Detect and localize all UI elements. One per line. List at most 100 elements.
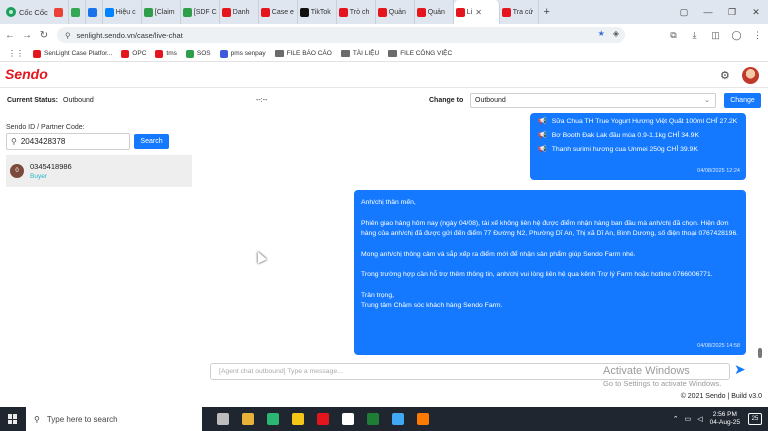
change-button[interactable]: Change [724,93,761,108]
notifications-icon[interactable]: 25 [748,413,762,425]
download-icon[interactable]: ⤓ [684,30,705,41]
browser-tab-strip: Cốc Cốc Hiệu c [Claim [SDF C Danh Case e TikT… [0,0,768,24]
sidebar-icon[interactable]: ◫ [705,30,726,41]
product-item-text: Bơ Booth Đak Lak đầu mùa 0.9-1.1kg CHỈ 3… [551,132,699,140]
message-signoff: Trân trọng, [361,292,394,300]
bookmark-folder[interactable]: FILE CÔNG VIỆC [388,50,452,57]
current-status-value: Outbound [63,97,94,104]
browser-tab[interactable]: [Claim [142,0,181,24]
tab-favicon-icon [377,7,387,17]
browser-tab[interactable]: [SDF C [181,0,220,24]
app-footer: © 2021 Sendo | Build v3.0 [680,393,762,400]
bookmark-star-icon[interactable]: ★ [598,29,605,38]
sendo-id-label: Sendo ID / Partner Code: [6,124,85,131]
reload-icon[interactable]: ↻ [37,30,51,41]
apps-grid-icon[interactable]: ⋮⋮ [8,49,24,58]
taskbar-app-icon[interactable] [310,407,335,431]
status-select[interactable]: Outbound ⌄ [470,93,716,108]
taskbar-app-icon[interactable] [260,407,285,431]
send-icon[interactable]: ➤ [734,361,746,378]
folder-icon [388,50,398,57]
bookmark-label: tms [166,50,177,57]
browser-tab[interactable]: TikTok [298,0,337,24]
menu-icon[interactable]: ⋮ [747,30,768,41]
browser-tab[interactable]: Case e [259,0,298,24]
taskbar-app-icon[interactable] [335,407,360,431]
bookmark-item[interactable]: pms senpay [219,49,266,58]
bookmark-favicon-icon [219,49,228,58]
profile-icon[interactable]: ◯ [726,30,747,41]
bookmark-folder[interactable]: FILE BÁO CÁO [274,50,332,57]
search-icon: ⚲ [11,137,17,146]
taskbar-app-icon[interactable] [385,407,410,431]
tab-search-icon[interactable]: ▢ [672,7,696,18]
extensions-icon[interactable]: ⧉ [663,30,684,41]
maximize-icon[interactable]: ❐ [720,7,744,18]
activate-windows-title: Activate Windows [603,365,690,377]
browser-tab[interactable]: Quản [415,0,454,24]
close-window-icon[interactable]: ✕ [744,7,768,18]
tab-favicon-icon [501,7,511,17]
tab-favicon-icon [299,7,309,17]
taskbar-app-icon[interactable] [210,407,235,431]
bookmark-item[interactable]: tms [155,49,177,58]
browser-tab[interactable] [86,0,103,24]
sendo-id-value: 2043428378 [20,137,66,146]
gear-icon[interactable]: ⚙ [720,69,730,82]
taskbar-app-icon[interactable] [285,407,310,431]
taskbar-app-icon[interactable] [235,407,260,431]
bookmark-label: pms senpay [230,50,266,57]
contact-role: Buyer [30,173,47,180]
minimize-icon[interactable]: — [696,7,720,17]
windows-taskbar: ⚲ Type here to search ⌃ ▭ ◁ 2:56 PM 04-A… [0,407,768,431]
browser-tab[interactable]: Hiệu c [103,0,142,24]
clock-time: 2:56 PM [712,410,737,418]
shield-icon[interactable]: ◈ [613,29,619,38]
contact-list-item[interactable]: 0 0345418986 Buyer [6,155,192,187]
browser-tab[interactable] [52,0,69,24]
browser-tab[interactable] [69,0,86,24]
browser-tab[interactable]: Quản [376,0,415,24]
browser-tab[interactable]: Danh [220,0,259,24]
close-tab-icon[interactable]: ✕ [475,8,482,17]
taskbar-search-input[interactable]: ⚲ Type here to search [26,407,202,431]
taskbar-app-icon[interactable] [410,407,435,431]
chevron-down-icon: ⌄ [704,97,710,104]
volume-icon[interactable]: ◁ [697,415,702,423]
bookmark-item[interactable]: OPC [121,49,147,58]
product-item: 📢 Thanh surimi hương cua Unmei 250g CHỈ 3… [538,145,738,155]
browser-tab[interactable]: Tra cứ [500,0,539,24]
browser-toolbar: ⧉ ⤓ ◫ ◯ ⋮ [663,24,768,46]
sendo-logo[interactable]: Sendo [5,66,48,82]
new-tab-button[interactable]: + [539,6,555,18]
bookmark-folder[interactable]: TÀI LIỆU [340,50,379,57]
product-item-text: Thanh surimi hương cua Unmei 250g CHỈ 39… [551,146,698,154]
start-button[interactable] [0,407,26,431]
app-header: Sendo ⚙ [0,63,768,88]
url-omnibox[interactable]: ⚲ senlight.sendo.vn/case/live-chat ★ ◈ [57,27,625,43]
message-paragraph: Anh/chị thân mến, [361,199,416,206]
avatar[interactable] [742,67,759,84]
search-button[interactable]: Search [134,134,169,149]
tray-chevron-icon[interactable]: ⌃ [673,415,679,423]
product-item: 📢 Bơ Booth Đak Lak đầu mùa 0.9-1.1kg CHỈ … [538,131,738,141]
taskbar-app-icon[interactable] [360,407,385,431]
bookmark-favicon-icon [33,49,41,58]
network-icon[interactable]: ▭ [685,415,692,423]
back-icon[interactable]: ← [3,30,17,41]
site-info-icon[interactable]: ⚲ [65,31,71,40]
forward-icon[interactable]: → [20,30,34,41]
status-timer: --:-- [256,97,268,104]
browser-brand[interactable]: Cốc Cốc [0,0,52,24]
bookmark-favicon-icon [121,49,130,58]
tab-favicon-icon [54,7,64,17]
bookmark-label: OPC [132,50,147,57]
chat-scrollbar[interactable] [758,348,762,358]
browser-tab[interactable]: Li ✕ [453,0,500,24]
clock[interactable]: 2:56 PM 04-Aug-25 [710,411,740,427]
sendo-id-input[interactable]: ⚲ 2043428378 [6,133,130,150]
bookmark-favicon-icon [185,49,194,58]
bookmark-item[interactable]: SenLight Case Platfor... [33,49,112,58]
bookmark-item[interactable]: SOS [185,49,211,58]
browser-tab[interactable]: Trò ch [337,0,376,24]
